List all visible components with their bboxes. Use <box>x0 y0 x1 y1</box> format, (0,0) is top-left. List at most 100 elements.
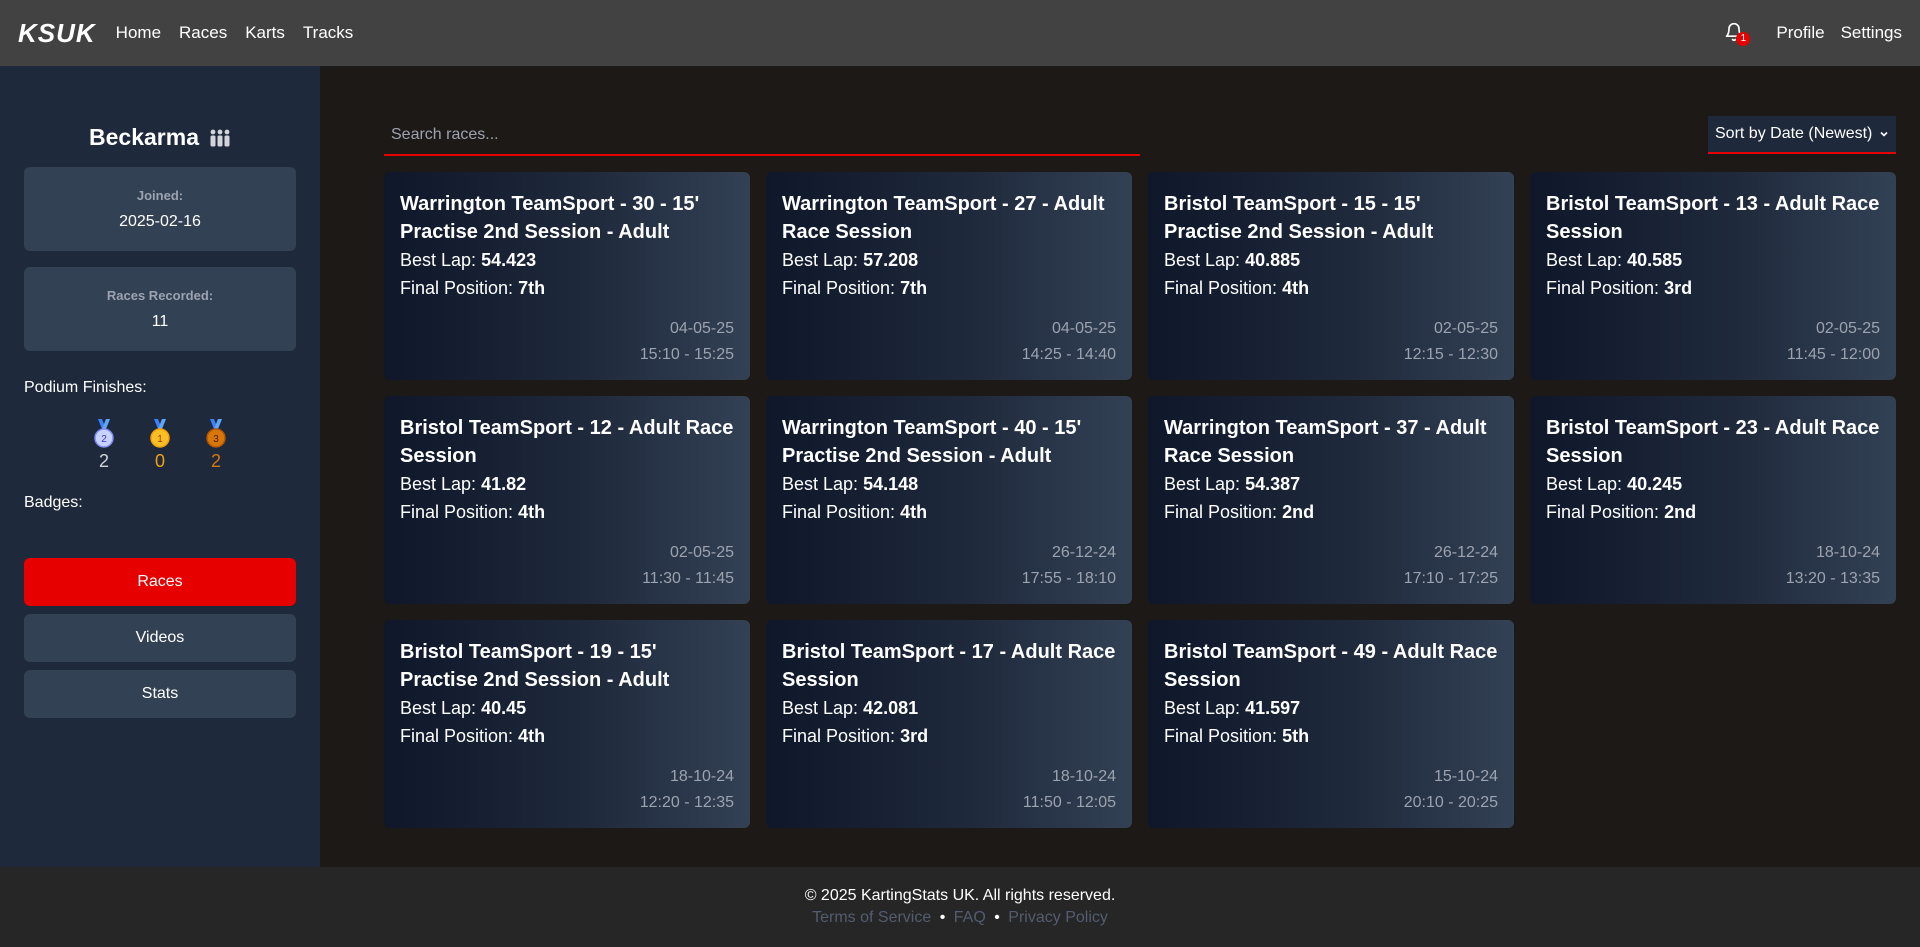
podium-finishes-label: Podium Finishes: <box>24 379 147 396</box>
race-card[interactable]: Warrington TeamSport - 40 - 15' Practise… <box>766 396 1132 604</box>
logo[interactable]: KSUK <box>18 18 96 49</box>
best-lap-value: 40.885 <box>1245 250 1301 270</box>
footer: © 2025 KartingStats UK. All rights reser… <box>0 867 1920 947</box>
search-races-input[interactable] <box>384 116 1140 156</box>
race-card[interactable]: Bristol TeamSport - 17 - Adult Race Sess… <box>766 620 1132 828</box>
final-position-value: 5th <box>1282 726 1310 746</box>
race-date: 18-10-24 <box>1815 544 1880 561</box>
notification-count-badge: 1 <box>1736 32 1751 46</box>
sort-select[interactable]: Sort by Date (Newest) <box>1708 116 1896 154</box>
final-position-line: Final Position: 3rd <box>1546 274 1880 302</box>
best-lap-line: Best Lap: 40.45 <box>400 694 734 722</box>
race-card[interactable]: Bristol TeamSport - 12 - Adult Race Sess… <box>384 396 750 604</box>
medal-icon: 2 <box>94 419 114 448</box>
final-position-label: Final Position: <box>1546 278 1665 298</box>
race-date: 26-12-24 <box>1433 544 1498 561</box>
race-date: 02-05-25 <box>1433 320 1498 337</box>
best-lap-label: Best Lap: <box>1546 250 1628 270</box>
nav-settings[interactable]: Settings <box>1841 23 1902 43</box>
privacy-policy-link[interactable]: Privacy Policy <box>1008 909 1108 926</box>
final-position-line: Final Position: 3rd <box>782 722 1116 750</box>
final-position-label: Final Position: <box>1546 502 1665 522</box>
races-recorded-label: Races Recorded: <box>106 287 214 303</box>
race-time: 11:45 - 12:00 <box>1786 346 1880 363</box>
best-lap-line: Best Lap: 41.82 <box>400 470 734 498</box>
race-card[interactable]: Bristol TeamSport - 23 - Adult Race Sess… <box>1530 396 1896 604</box>
final-position-value: 4th <box>518 502 546 522</box>
silver-medal: 2 2 <box>76 419 132 472</box>
best-lap-line: Best Lap: 54.387 <box>1164 470 1498 498</box>
best-lap-value: 40.585 <box>1627 250 1683 270</box>
final-position-value: 4th <box>1282 278 1310 298</box>
chevron-down-icon <box>1880 131 1888 137</box>
race-time: 14:25 - 14:40 <box>1021 346 1116 363</box>
nav-profile[interactable]: Profile <box>1776 23 1824 43</box>
notifications-button[interactable]: 1 <box>1724 22 1751 46</box>
final-position-value: 3rd <box>1664 278 1693 298</box>
best-lap-value: 54.148 <box>863 474 919 494</box>
race-card[interactable]: Warrington TeamSport - 37 - Adult Race S… <box>1148 396 1514 604</box>
race-title: Warrington TeamSport - 37 - Adult Race S… <box>1164 417 1487 467</box>
race-title: Bristol TeamSport - 17 - Adult Race Sess… <box>782 641 1116 691</box>
faq-link[interactable]: FAQ <box>954 909 986 926</box>
best-lap-label: Best Lap: <box>1164 250 1246 270</box>
final-position-line: Final Position: 7th <box>782 274 1116 302</box>
final-position-value: 4th <box>518 726 546 746</box>
race-title: Bristol TeamSport - 23 - Adult Race Sess… <box>1546 417 1880 467</box>
final-position-line: Final Position: 4th <box>400 722 734 750</box>
copyright-text: © 2025 KartingStats UK. All rights reser… <box>804 887 1116 904</box>
final-position-value: 2nd <box>1282 502 1315 522</box>
race-title: Warrington TeamSport - 27 - Adult Race S… <box>782 193 1105 243</box>
medal-place: 1 <box>157 434 163 445</box>
race-card[interactable]: Bristol TeamSport - 49 - Adult Race Sess… <box>1148 620 1514 828</box>
race-title: Bristol TeamSport - 19 - 15' Practise 2n… <box>400 641 670 691</box>
final-position-value: 2nd <box>1664 502 1697 522</box>
nav-karts[interactable]: Karts <box>245 23 285 43</box>
best-lap-line: Best Lap: 54.148 <box>782 470 1116 498</box>
race-date: 04-05-25 <box>669 320 734 337</box>
best-lap-line: Best Lap: 40.245 <box>1546 470 1880 498</box>
race-title: Bristol TeamSport - 49 - Adult Race Sess… <box>1164 641 1498 691</box>
race-card[interactable]: Warrington TeamSport - 30 - 15' Practise… <box>384 172 750 380</box>
race-card[interactable]: Bristol TeamSport - 15 - 15' Practise 2n… <box>1148 172 1514 380</box>
race-card[interactable]: Bristol TeamSport - 13 - Adult Race Sess… <box>1530 172 1896 380</box>
best-lap-label: Best Lap: <box>1164 698 1246 718</box>
bronze-count: 2 <box>210 451 221 471</box>
videos-tab-button[interactable]: Videos <box>24 614 296 662</box>
gold-count: 0 <box>154 451 165 471</box>
best-lap-label: Best Lap: <box>782 698 864 718</box>
race-card[interactable]: Bristol TeamSport - 19 - 15' Practise 2n… <box>384 620 750 828</box>
final-position-line: Final Position: 2nd <box>1164 498 1498 526</box>
joined-stat: Joined: 2025-02-16 <box>24 167 296 251</box>
best-lap-line: Best Lap: 57.208 <box>782 246 1116 274</box>
nav-home[interactable]: Home <box>116 23 161 43</box>
final-position-label: Final Position: <box>1164 502 1283 522</box>
races-tab-button[interactable]: Races <box>24 558 296 606</box>
profile-sidebar: Beckarma Joined: 2025-02-16 Races Record… <box>0 66 320 867</box>
race-date: 15-10-24 <box>1433 768 1498 785</box>
main-nav: Home Races Karts Tracks <box>116 23 372 43</box>
medal-place: 2 <box>101 434 107 445</box>
race-time: 17:55 - 18:10 <box>1021 570 1116 587</box>
best-lap-value: 42.081 <box>863 698 919 718</box>
final-position-value: 7th <box>900 278 928 298</box>
race-card[interactable]: Warrington TeamSport - 27 - Adult Race S… <box>766 172 1132 380</box>
footer-separator: • <box>994 909 1000 926</box>
race-time: 11:50 - 12:05 <box>1022 794 1116 811</box>
final-position-label: Final Position: <box>400 502 519 522</box>
stats-tab-button[interactable]: Stats <box>24 670 296 718</box>
gold-medal: 1 0 <box>132 419 188 472</box>
race-time: 15:10 - 15:25 <box>639 346 734 363</box>
nav-tracks[interactable]: Tracks <box>303 23 353 43</box>
terms-of-service-link[interactable]: Terms of Service <box>812 909 931 926</box>
final-position-line: Final Position: 4th <box>782 498 1116 526</box>
best-lap-value: 40.245 <box>1627 474 1683 494</box>
final-position-line: Final Position: 2nd <box>1546 498 1880 526</box>
final-position-value: 3rd <box>900 726 929 746</box>
race-date: 18-10-24 <box>669 768 734 785</box>
final-position-label: Final Position: <box>782 726 901 746</box>
race-date: 26-12-24 <box>1051 544 1116 561</box>
best-lap-value: 41.597 <box>1245 698 1301 718</box>
final-position-label: Final Position: <box>782 502 901 522</box>
nav-races[interactable]: Races <box>179 23 227 43</box>
